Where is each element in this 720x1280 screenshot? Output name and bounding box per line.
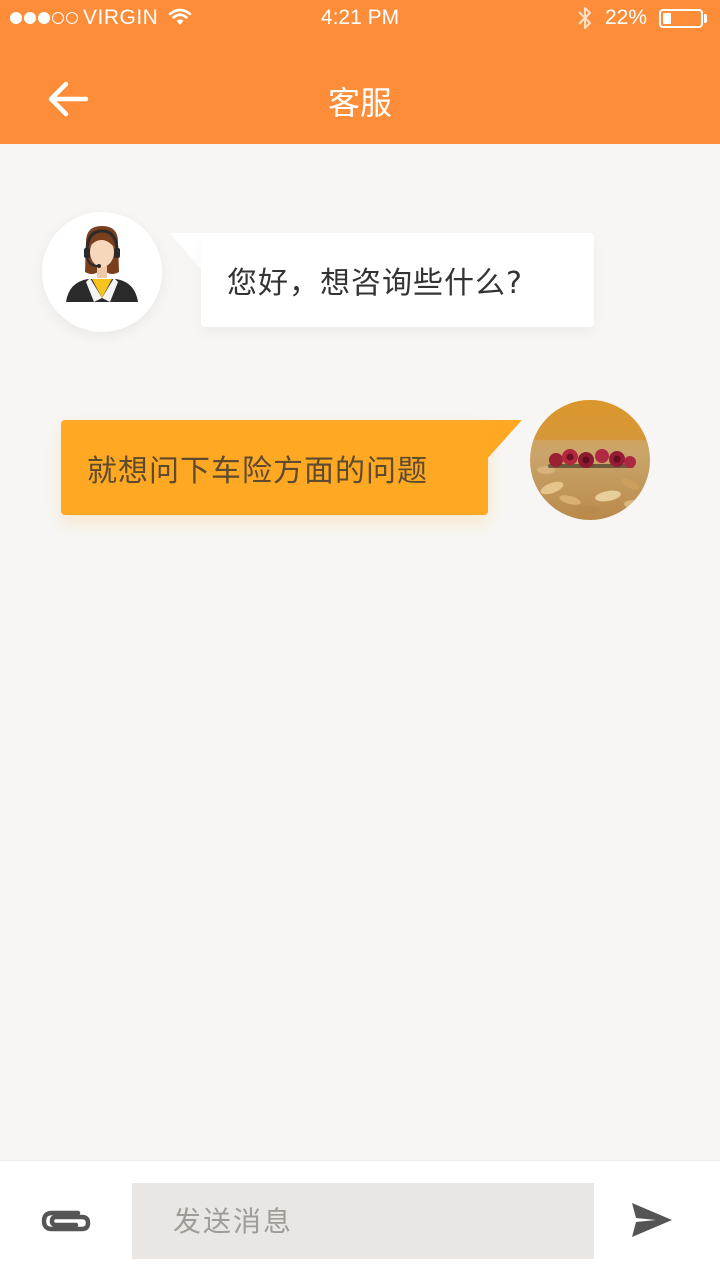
user-message-text: 就想问下车险方面的问题 (87, 453, 428, 489)
battery-icon (659, 9, 703, 28)
agent-avatar[interactable] (42, 212, 162, 332)
agent-bubble-tail (170, 233, 204, 273)
agent-message-text: 您好，想咨询些什么? (227, 266, 523, 301)
battery-percentage: 22% (605, 6, 648, 29)
bluetooth-icon (578, 7, 591, 29)
send-icon (632, 1203, 672, 1237)
paperclip-icon (41, 1210, 91, 1232)
status-bar: VIRGIN 4:21 PM 22% (0, 0, 720, 36)
top-bar: VIRGIN 4:21 PM 22% 客服 (0, 0, 720, 144)
message-input[interactable] (132, 1183, 594, 1259)
attach-button[interactable] (38, 1203, 94, 1239)
battery-tip (704, 14, 707, 23)
send-button[interactable] (630, 1201, 674, 1239)
user-photo-roses (530, 400, 650, 520)
user-avatar[interactable] (530, 400, 650, 520)
page-title: 客服 (327, 84, 392, 122)
battery-level (663, 13, 671, 24)
user-bubble-tail (486, 420, 522, 460)
message-input-bar (0, 1160, 720, 1280)
user-message-bubble: 就想问下车险方面的问题 (61, 420, 488, 515)
support-agent-icon (66, 226, 138, 302)
agent-message-bubble: 您好，想咨询些什么? (201, 233, 594, 327)
